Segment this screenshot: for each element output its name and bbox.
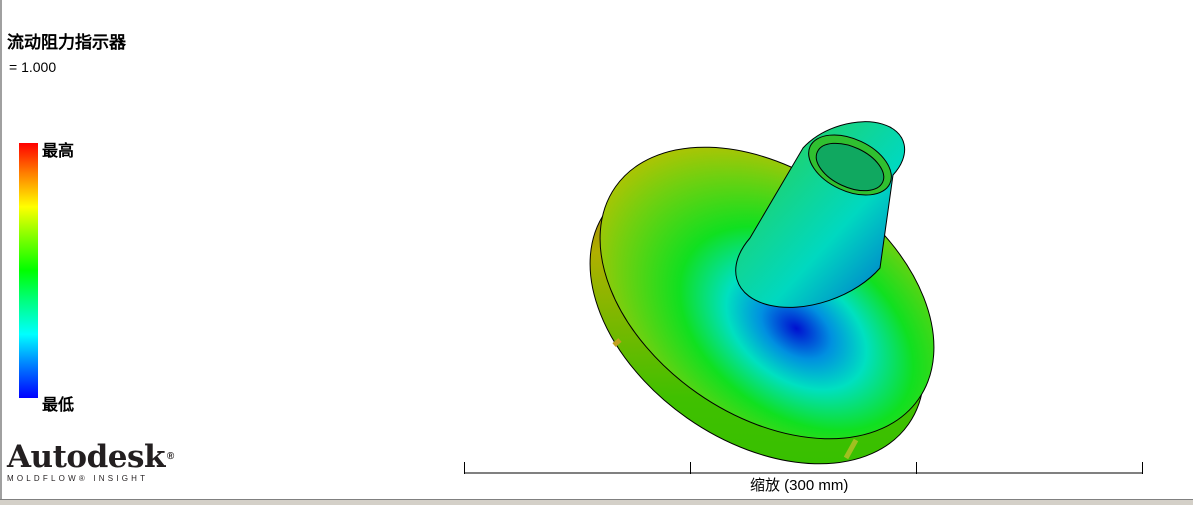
- scale-bar: [464, 462, 1143, 474]
- model-viewport[interactable]: [0, 0, 1193, 504]
- part-model: [589, 121, 935, 465]
- scale-label: 缩放 (300 mm): [750, 477, 849, 494]
